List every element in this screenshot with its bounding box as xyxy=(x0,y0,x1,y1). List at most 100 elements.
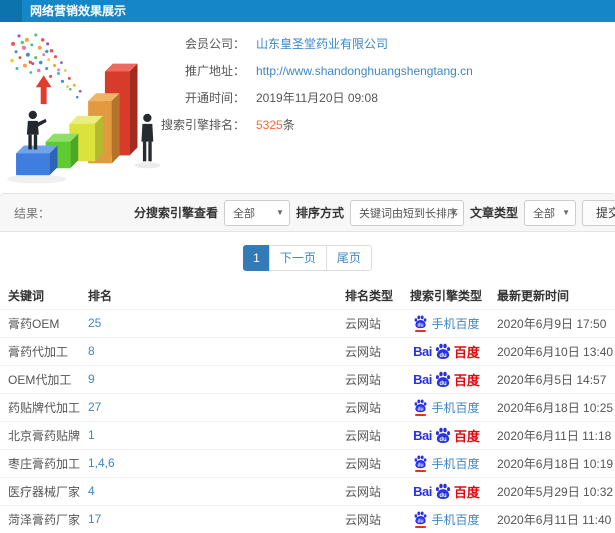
businessman-right-icon xyxy=(141,113,154,162)
page-title: 网络营销效果展示 xyxy=(30,4,127,18)
next-page-button[interactable]: 下一页 xyxy=(268,245,327,271)
businessman-left-icon xyxy=(26,110,47,150)
table-row: 北京膏药贴牌 1 云网站 Bai du 百度 2020年6月11日 11:18 xyxy=(0,420,615,449)
caret-down-icon: ▼ xyxy=(562,208,570,217)
keyword-cell: 药贴牌代加工 xyxy=(0,392,80,421)
sort-order-label: 排序方式 xyxy=(295,206,344,220)
baidu-logo-text: Bai xyxy=(413,427,432,443)
caret-down-icon: ▼ xyxy=(450,208,458,217)
page-1-button[interactable]: 1 xyxy=(243,245,270,271)
col-header-rank: 排名 xyxy=(88,289,113,304)
sort-order-select[interactable]: 关键词由短到长排序 ▼ xyxy=(349,199,464,226)
svg-text:du: du xyxy=(439,493,447,499)
engine-label: 手机百度 xyxy=(431,400,480,415)
engine-rank-value: 5325条 xyxy=(256,116,295,133)
keyword-cell: 膏药代加工 xyxy=(0,336,80,365)
table-row: 菏泽膏药厂家 17 云网站 Bai du xyxy=(0,504,615,533)
caret-down-icon: ▼ xyxy=(276,208,284,217)
table-row: 医疗器械厂家 4 云网站 Bai du 百度 2020年5月29日 10:32 xyxy=(0,476,615,505)
results-table: 关键词 排名 排名类型 搜索引擎类型 最新更新时间 膏药OEM 25 云网站 B… xyxy=(0,283,615,533)
rank-type-cell: 云网站 xyxy=(337,308,399,337)
member-info-section: 会员公司： 山东皇圣堂药业有限公司 推广地址： http://www.shand… xyxy=(0,22,615,192)
engine-label: 手机百度 xyxy=(431,512,480,527)
engine-cell: Bai du 百度 xyxy=(413,370,480,389)
rank-type-cell: 云网站 xyxy=(337,392,399,421)
engine-cell: Bai du 百度 xyxy=(413,426,480,445)
engine-cell: Bai du 百度 xyxy=(413,482,480,501)
updated-time-cell: 2020年6月10日 13:40 xyxy=(494,336,615,365)
table-row: 膏药OEM 25 云网站 Bai du xyxy=(0,308,615,337)
col-header-engine-type: 搜索引擎类型 xyxy=(410,289,483,304)
submit-button[interactable]: 提交 xyxy=(581,199,615,226)
promo-url-link[interactable]: http://www.shandonghuangshengtang.cn xyxy=(256,64,473,78)
pagination: 1 下一页 尾页 xyxy=(0,245,615,271)
rank-link[interactable]: 1,4,6 xyxy=(88,456,115,470)
svg-text:du: du xyxy=(439,353,447,359)
last-page-button[interactable]: 尾页 xyxy=(325,245,372,271)
col-header-updated: 最新更新时间 xyxy=(497,289,570,304)
engine-rank-count: 5325 xyxy=(256,118,283,132)
rank-cell: 4 xyxy=(80,476,337,505)
filter-controls: 分搜索引擎查看 全部 ▼ 排序方式 关键词由短到长排序 ▼ 文章类型 全部 ▼ … xyxy=(0,194,615,231)
title-bar-icon xyxy=(0,0,22,22)
table-row: OEM代加工 9 云网站 Bai du 百度 2020年6月5日 14:57 xyxy=(0,364,615,393)
baidu-paw-icon: du xyxy=(435,342,451,360)
open-time-value: 2019年11月20日 09:08 xyxy=(256,91,378,105)
baidu-logo-text: Bai xyxy=(413,483,432,499)
rank-type-cell: 云网站 xyxy=(337,476,399,505)
rank-link[interactable]: 17 xyxy=(88,512,101,526)
engine-cell: Bai du 百度 xyxy=(413,342,480,361)
keyword-cell: 医疗器械厂家 xyxy=(0,476,80,505)
rank-cell: 27 xyxy=(80,392,337,421)
updated-time-cell: 2020年6月9日 17:50 xyxy=(494,308,615,337)
table-row: 药贴牌代加工 27 云网站 Bai du xyxy=(0,392,615,421)
title-bar: 网络营销效果展示 xyxy=(0,0,615,22)
table-row: 膏药代加工 8 云网站 Bai du 百度 2020年6月10日 13:40 xyxy=(0,336,615,365)
svg-text:du: du xyxy=(439,437,447,443)
keyword-cell: 北京膏药贴牌 xyxy=(0,420,80,449)
growth-chart-graphic xyxy=(7,33,161,184)
rank-cell: 17 xyxy=(80,504,337,533)
engine-label: 百度 xyxy=(453,344,480,360)
engine-filter-value: 全部 xyxy=(232,207,255,220)
rank-link[interactable]: 25 xyxy=(88,316,101,330)
engine-filter-label: 分搜索引擎查看 xyxy=(133,206,218,220)
paw-underline-icon xyxy=(415,470,427,472)
rank-link[interactable]: 27 xyxy=(88,400,101,414)
article-type-select[interactable]: 全部 ▼ xyxy=(523,199,576,226)
results-table-body: 膏药OEM 25 云网站 Bai du xyxy=(0,308,615,533)
svg-text:du: du xyxy=(418,323,424,329)
bar-chart-illustration xyxy=(2,30,192,188)
table-row: 枣庄膏药加工 1,4,6 云网站 Bai du xyxy=(0,448,615,477)
article-type-label: 文章类型 xyxy=(469,206,518,220)
engine-cell: Bai du 手机百度 xyxy=(413,454,480,472)
keyword-cell: 菏泽膏药厂家 xyxy=(0,504,80,533)
baidu-paw-icon: du xyxy=(413,454,428,472)
col-header-keyword: 关键词 xyxy=(8,289,45,304)
rank-cell: 8 xyxy=(80,336,337,365)
engine-filter-select[interactable]: 全部 ▼ xyxy=(223,199,290,226)
rank-cell: 9 xyxy=(80,364,337,393)
rank-type-cell: 云网站 xyxy=(337,448,399,477)
rank-link[interactable]: 9 xyxy=(88,372,95,386)
member-company-link[interactable]: 山东皇圣堂药业有限公司 xyxy=(256,35,388,52)
rank-cell: 1 xyxy=(80,420,337,449)
rank-cell: 1,4,6 xyxy=(80,448,337,477)
baidu-paw-icon: du xyxy=(435,426,451,444)
baidu-logo-text: Bai xyxy=(413,343,432,359)
updated-time-cell: 2020年5月29日 10:32 xyxy=(494,476,615,505)
rank-link[interactable]: 4 xyxy=(88,484,95,498)
rank-link[interactable]: 1 xyxy=(88,428,95,442)
rank-link[interactable]: 8 xyxy=(88,344,95,358)
table-header-row: 关键词 排名 排名类型 搜索引擎类型 最新更新时间 xyxy=(0,283,615,309)
updated-time-cell: 2020年6月11日 11:40 xyxy=(494,504,615,533)
baidu-paw-icon: du xyxy=(413,510,428,529)
col-header-rank-type: 排名类型 xyxy=(345,289,394,304)
up-arrow-icon xyxy=(35,75,52,105)
rank-cell: 25 xyxy=(80,308,337,337)
keyword-cell: OEM代加工 xyxy=(0,364,80,393)
engine-label: 百度 xyxy=(453,484,480,500)
updated-time-cell: 2020年6月5日 14:57 xyxy=(494,364,615,393)
engine-label: 百度 xyxy=(453,372,480,388)
rank-type-cell: 云网站 xyxy=(337,504,399,533)
